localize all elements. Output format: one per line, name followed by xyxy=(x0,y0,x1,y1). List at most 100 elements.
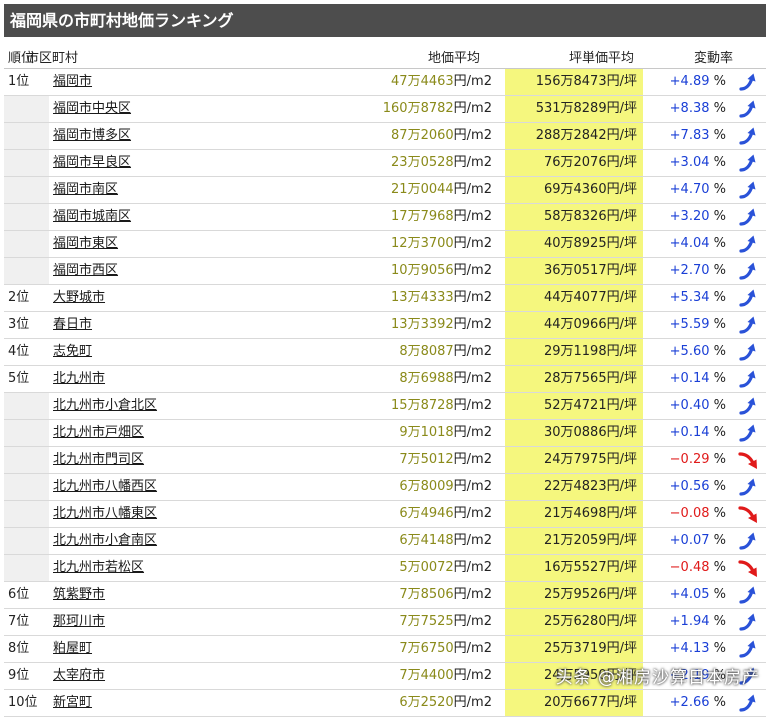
tsubo-price-cell: 40万8925円/坪 xyxy=(505,231,643,257)
tsubo-price-cell: 25万3719円/坪 xyxy=(505,636,643,662)
municipality-link[interactable]: 筑紫野市 xyxy=(53,582,105,608)
table-row: 5位 北九州市 8万6988円/m2 28万7565円/坪 +0.14 % xyxy=(4,366,766,393)
change-cell: +0.14 % xyxy=(670,366,726,392)
municipality-link[interactable]: 福岡市南区 xyxy=(53,177,118,203)
land-price-cell: 160万8782円/m2 xyxy=(383,96,492,122)
municipality-link[interactable]: 北九州市門司区 xyxy=(53,447,144,473)
tsubo-price-unit: 円/坪 xyxy=(606,344,637,359)
trend-down-icon xyxy=(738,450,760,470)
municipality-link[interactable]: 福岡市中央区 xyxy=(53,96,131,122)
page-title: 福岡県の市町村地価ランキング xyxy=(4,4,766,37)
tsubo-price-value: 22万4823 xyxy=(543,479,607,494)
change-value: +8.38 xyxy=(669,101,710,116)
rank-cell: 4位 xyxy=(8,344,30,359)
municipality-link[interactable]: 新宮町 xyxy=(53,690,92,716)
tsubo-price-cell: 28万7565円/坪 xyxy=(505,366,643,392)
municipality-link[interactable]: 福岡市早良区 xyxy=(53,150,131,176)
tsubo-price-cell: 30万0886円/坪 xyxy=(505,420,643,446)
tsubo-price-cell: 36万0517円/坪 xyxy=(505,258,643,284)
land-price-value: 6万4148 xyxy=(399,533,454,548)
table-row: 北九州市八幡西区 6万8009円/m2 22万4823円/坪 +0.56 % xyxy=(4,474,766,501)
tsubo-price-cell: 58万8326円/坪 xyxy=(505,204,643,230)
tsubo-price-cell: 29万1198円/坪 xyxy=(505,339,643,365)
tsubo-price-cell: 156万8473円/坪 xyxy=(505,69,643,95)
land-price-cell: 8万6988円/m2 xyxy=(399,366,492,392)
rank-cell: 7位 xyxy=(8,614,30,629)
change-cell: +0.14 % xyxy=(670,420,726,446)
municipality-link[interactable]: 北九州市戸畑区 xyxy=(53,420,144,446)
municipality-link[interactable]: 太宰府市 xyxy=(53,663,105,689)
trend-up-icon xyxy=(738,342,760,362)
municipality-link[interactable]: 大野城市 xyxy=(53,285,105,311)
land-price-unit: 円/m2 xyxy=(453,560,492,575)
tsubo-price-cell: 22万4823円/坪 xyxy=(505,474,643,500)
tsubo-price-value: 29万1198 xyxy=(543,344,607,359)
land-price-value: 87万2060 xyxy=(391,128,454,143)
rank-cell xyxy=(4,420,49,446)
land-price-value: 10万9056 xyxy=(391,263,454,278)
rank-cell: 1位 xyxy=(8,74,30,89)
change-percent-sign: % xyxy=(713,560,726,575)
change-value: +2.66 xyxy=(669,695,710,710)
trend-up-icon xyxy=(738,234,760,254)
change-percent-sign: % xyxy=(713,479,726,494)
change-percent-sign: % xyxy=(713,587,726,602)
municipality-link[interactable]: 福岡市東区 xyxy=(53,231,118,257)
municipality-link[interactable]: 福岡市西区 xyxy=(53,258,118,284)
table-row: 北九州市門司区 7万5012円/m2 24万7975円/坪 −0.29 % xyxy=(4,447,766,474)
municipality-link[interactable]: 北九州市八幡東区 xyxy=(53,501,157,527)
municipality-link[interactable]: 那珂川市 xyxy=(53,609,105,635)
tsubo-price-value: 25万6280 xyxy=(543,614,607,629)
change-percent-sign: % xyxy=(713,506,726,521)
change-value: +0.56 xyxy=(669,479,710,494)
municipality-link[interactable]: 北九州市若松区 xyxy=(53,555,144,581)
municipality-link[interactable]: 志免町 xyxy=(53,339,92,365)
change-percent-sign: % xyxy=(713,614,726,629)
municipality-link[interactable]: 福岡市 xyxy=(53,69,92,95)
rank-cell xyxy=(4,231,49,257)
municipality-link[interactable]: 粕屋町 xyxy=(53,636,92,662)
land-price-cell: 9万1018円/m2 xyxy=(399,420,492,446)
land-price-unit: 円/m2 xyxy=(453,182,492,197)
land-price-value: 13万4333 xyxy=(391,290,454,305)
tsubo-price-cell: 25万6280円/坪 xyxy=(505,609,643,635)
land-price-unit: 円/m2 xyxy=(453,344,492,359)
change-cell: +2.70 % xyxy=(670,258,726,284)
land-price-unit: 円/m2 xyxy=(453,695,492,710)
tsubo-price-value: 28万7565 xyxy=(543,371,607,386)
table-row: 8位 粕屋町 7万6750円/m2 25万3719円/坪 +4.13 % xyxy=(4,636,766,663)
table-row: 4位 志免町 8万8087円/m2 29万1198円/坪 +5.60 % xyxy=(4,339,766,366)
tsubo-price-cell: 44万0966円/坪 xyxy=(505,312,643,338)
municipality-link[interactable]: 北九州市小倉南区 xyxy=(53,528,157,554)
change-value: +4.04 xyxy=(669,236,710,251)
land-price-unit: 円/m2 xyxy=(453,425,492,440)
tsubo-price-value: 44万0966 xyxy=(543,317,607,332)
municipality-link[interactable]: 北九州市八幡西区 xyxy=(53,474,157,500)
table-row: 福岡市早良区 23万0528円/m2 76万2076円/坪 +3.04 % xyxy=(4,150,766,177)
change-cell: +4.13 % xyxy=(670,636,726,662)
change-value: −0.48 xyxy=(669,560,710,575)
tsubo-price-unit: 円/坪 xyxy=(606,479,637,494)
tsubo-price-value: 44万4077 xyxy=(543,290,607,305)
land-price-cell: 47万4463円/m2 xyxy=(391,69,492,95)
trend-up-icon xyxy=(738,639,760,659)
table-row: 北九州市小倉南区 6万4148円/m2 21万2059円/坪 +0.07 % xyxy=(4,528,766,555)
municipality-link[interactable]: 春日市 xyxy=(53,312,92,338)
tsubo-price-cell: 25万9526円/坪 xyxy=(505,582,643,608)
trend-down-icon xyxy=(738,558,760,578)
table-row: 1位 福岡市 47万4463円/m2 156万8473円/坪 +4.89 % xyxy=(4,69,766,96)
rank-cell xyxy=(4,96,49,122)
rank-cell xyxy=(4,258,49,284)
land-price-value: 15万8728 xyxy=(391,398,454,413)
header-name: 市区町村 xyxy=(26,51,79,66)
municipality-link[interactable]: 北九州市小倉北区 xyxy=(53,393,157,419)
municipality-link[interactable]: 北九州市 xyxy=(53,366,105,392)
land-price-cell: 15万8728円/m2 xyxy=(391,393,492,419)
change-value: +5.60 xyxy=(669,344,710,359)
table-row: 10位 新宮町 6万2520円/m2 20万6677円/坪 +2.66 % xyxy=(4,690,766,717)
tsubo-price-value: 16万5527 xyxy=(543,560,607,575)
change-cell: +5.59 % xyxy=(670,312,726,338)
change-value: +3.20 xyxy=(669,209,710,224)
municipality-link[interactable]: 福岡市城南区 xyxy=(53,204,131,230)
municipality-link[interactable]: 福岡市博多区 xyxy=(53,123,131,149)
